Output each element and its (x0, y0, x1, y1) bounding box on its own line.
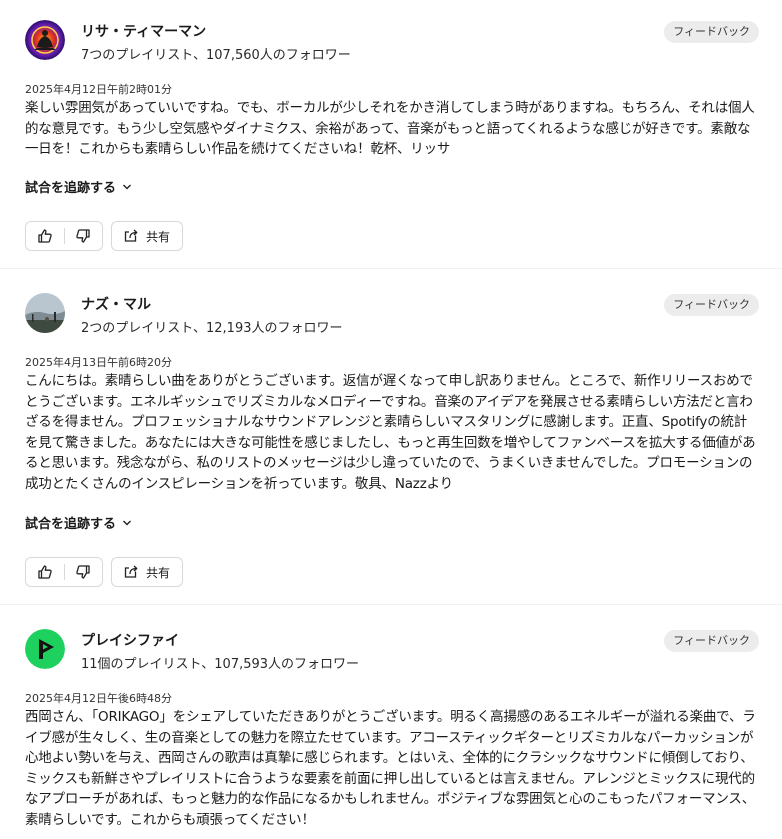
review-date: 2025年4月12日午後6時48分 (25, 692, 172, 705)
avatar[interactable] (25, 293, 65, 333)
reviewer-stats: 2つのプレイリスト、12,193人のフォロワー (81, 321, 343, 336)
vote-group (25, 221, 103, 251)
follow-match-label: 試合を追跡する (25, 517, 117, 532)
thumbs-down-icon (76, 565, 90, 579)
follow-match-button[interactable]: 試合を追跡する (25, 177, 132, 196)
share-button[interactable]: 共有 (111, 557, 184, 587)
thumbs-down-button[interactable] (65, 222, 103, 250)
share-label: 共有 (146, 229, 171, 244)
reviewer-stats: 11個のプレイリスト、107,593人のフォロワー (81, 657, 360, 672)
review-date: 2025年4月13日午前6時20分 (25, 356, 172, 369)
divider (0, 604, 782, 605)
landscape-avatar-icon (25, 293, 65, 333)
chevron-down-icon (123, 184, 132, 189)
thumbs-up-button[interactable] (26, 222, 64, 250)
thumbs-down-icon (76, 229, 90, 243)
review-text: 楽しい雰囲気があっていいですね。でも、ボーカルが少しそれをかき消してしまう時があ… (25, 100, 755, 157)
play-logo-icon (25, 629, 65, 669)
chevron-down-icon (123, 520, 132, 525)
review-actions: 共有 (25, 557, 184, 587)
share-icon (124, 565, 138, 578)
thumbs-up-button[interactable] (26, 558, 64, 586)
share-icon (124, 229, 138, 242)
share-button[interactable]: 共有 (111, 221, 184, 251)
follow-match-label: 試合を追跡する (25, 181, 117, 196)
thumbs-up-icon (38, 229, 52, 243)
review-text: 西岡さん、「ORIKAGO」をシェアしていただきありがとうございます。明るく高揚… (25, 709, 756, 828)
meditation-avatar-icon (25, 20, 65, 60)
review-actions: 共有 (25, 221, 184, 251)
vote-group (25, 557, 103, 587)
reviewer-stats: 7つのプレイリスト、107,560人のフォロワー (81, 48, 351, 63)
avatar[interactable] (25, 629, 65, 669)
review-text: こんにちは。素晴らしい曲をありがとうございます。返信が遅くなって申し訳ありません… (25, 373, 756, 492)
feedback-button[interactable]: フィードバック (664, 21, 759, 43)
divider (0, 268, 782, 269)
follow-match-button[interactable]: 試合を追跡する (25, 513, 132, 532)
reviewer-name[interactable]: プレイシファイ (81, 630, 179, 650)
feedback-button[interactable]: フィードバック (664, 630, 759, 652)
reviewer-name[interactable]: リサ・ティマーマン (81, 21, 206, 41)
thumbs-up-icon (38, 565, 52, 579)
share-label: 共有 (146, 565, 171, 580)
feedback-button[interactable]: フィードバック (664, 294, 759, 316)
avatar[interactable] (25, 20, 65, 60)
thumbs-down-button[interactable] (65, 558, 103, 586)
review-date: 2025年4月12日午前2時01分 (25, 83, 172, 96)
reviewer-name[interactable]: ナズ・マル (81, 294, 151, 314)
